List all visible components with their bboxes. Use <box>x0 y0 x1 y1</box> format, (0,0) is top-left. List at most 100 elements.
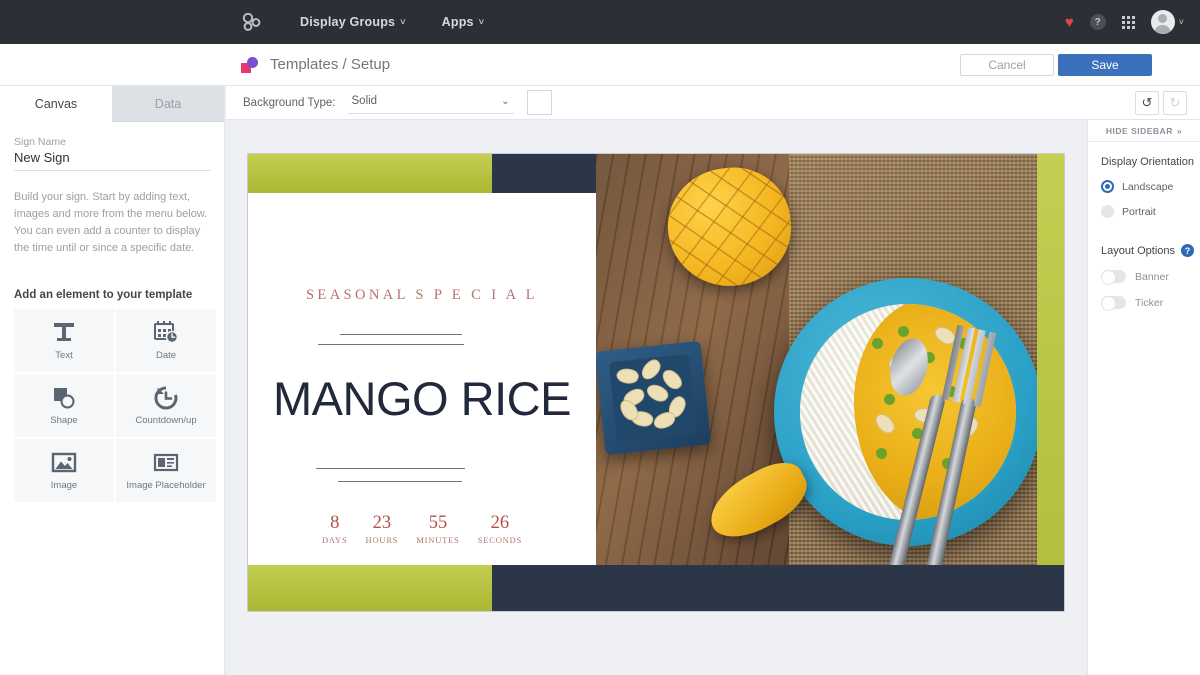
element-tile-text[interactable]: Text <box>14 309 114 373</box>
hide-sidebar-button[interactable]: HIDE SIDEBAR » <box>1088 120 1200 142</box>
breadcrumb: Templates / Setup <box>270 56 391 73</box>
cancel-button[interactable]: Cancel <box>960 53 1054 76</box>
sidebar-help-text: Build your sign. Start by adding text, i… <box>14 191 208 255</box>
nav-item-label: Display Groups <box>300 15 396 29</box>
templates-icon <box>241 56 259 73</box>
appspace-logo-icon[interactable] <box>240 10 264 34</box>
tile-label: Countdown/up <box>135 415 197 427</box>
right-sidebar: HIDE SIDEBAR » Display Orientation Lands… <box>1087 120 1200 675</box>
countdown-value: 26 <box>490 513 510 533</box>
tile-label: Date <box>155 350 177 362</box>
avatar <box>1150 10 1175 34</box>
calendar-clock-icon <box>153 320 179 346</box>
sign-text-block: SEASONAL S P E C I A L MANGO RICE 8 DAYS… <box>248 193 596 567</box>
redo-button[interactable]: ↻ <box>1163 90 1187 115</box>
toggle-banner[interactable]: Banner <box>1101 270 1200 285</box>
user-menu[interactable]: ˅ <box>1150 10 1184 34</box>
breadcrumb-actions: Cancel Save <box>960 53 1200 76</box>
sign-name-label: Sign Name <box>14 136 66 148</box>
countdown-unit-label: MINUTES <box>416 535 460 546</box>
element-tile-grid: Text Date Shape Countdown/up Image Image… <box>14 309 216 503</box>
canvas-stage: SEASONAL S P E C I A L MANGO RICE 8 DAYS… <box>226 120 1087 675</box>
apps-grid-icon[interactable] <box>1121 15 1135 29</box>
help-icon[interactable]: ? <box>1089 14 1106 30</box>
top-navigation-bar: Display Groups ˅ Apps ˅ ♥ ? ˅ <box>0 0 1200 44</box>
mango-half-image <box>660 160 799 294</box>
breadcrumb-bar: Templates / Setup Cancel Save <box>0 44 1200 86</box>
sign-kicker[interactable]: SEASONAL S P E C I A L <box>248 287 596 304</box>
tile-label: Shape <box>50 415 78 427</box>
element-tile-image-placeholder[interactable]: Image Placeholder <box>116 439 216 503</box>
decor-olive-column-right <box>1037 154 1064 611</box>
toggle-label: Banner <box>1135 270 1169 283</box>
canvas-toolbar: Background Type: Solid ⌄ ↺ ↻ <box>226 86 1200 120</box>
toggle-ticker[interactable]: Ticker <box>1101 296 1200 311</box>
left-sidebar: Canvas Data Sign Name Build your sign. S… <box>0 86 225 675</box>
square-circle-icon <box>51 385 77 411</box>
top-nav-actions: ♥ ? ˅ <box>1065 10 1184 34</box>
decor-rule <box>318 344 464 345</box>
chevron-down-icon: ˅ <box>400 17 406 27</box>
food-photo[interactable] <box>596 154 1039 588</box>
tab-canvas[interactable]: Canvas <box>0 86 112 122</box>
radio-label: Portrait <box>1122 205 1156 218</box>
image-icon <box>51 450 77 476</box>
hide-sidebar-label: HIDE SIDEBAR <box>1105 125 1173 136</box>
sign-title[interactable]: MANGO RICE <box>248 371 596 426</box>
radio-portrait[interactable]: Portrait <box>1101 205 1200 218</box>
decor-rule <box>316 468 465 469</box>
undo-button[interactable]: ↺ <box>1135 90 1159 115</box>
tile-label: Text <box>55 350 73 362</box>
cashew-bowl <box>596 340 712 456</box>
layout-options-header: Layout Options ? <box>1101 244 1200 257</box>
nav-item-apps[interactable]: Apps ˅ <box>442 15 485 29</box>
radio-label: Landscape <box>1122 180 1174 193</box>
countdown-unit-label: SECONDS <box>477 535 523 546</box>
fork-and-spoon <box>884 324 1017 584</box>
display-orientation-title: Display Orientation <box>1101 156 1194 168</box>
element-tile-shape[interactable]: Shape <box>14 374 114 438</box>
background-color-swatch[interactable] <box>526 90 552 115</box>
countdown-value: 55 <box>428 513 448 533</box>
countdown-value: 23 <box>372 513 392 533</box>
history-controls: ↺ ↻ <box>1135 90 1187 115</box>
background-type-select[interactable]: Solid ⌄ <box>347 92 514 114</box>
sign-name-input[interactable] <box>14 148 211 171</box>
background-type-label: Background Type: <box>243 96 336 109</box>
help-icon[interactable]: ? <box>1181 244 1194 257</box>
layout-options-title: Layout Options <box>1101 244 1175 257</box>
element-tile-image[interactable]: Image <box>14 439 114 503</box>
countdown-unit-label: HOURS <box>365 535 399 546</box>
nav-item-display-groups[interactable]: Display Groups ˅ <box>300 15 406 29</box>
heart-icon[interactable]: ♥ <box>1065 15 1074 30</box>
countdown-unit-days: 8 DAYS <box>322 513 348 545</box>
nav-item-label: Apps <box>441 15 474 29</box>
tile-label: Image <box>50 480 78 492</box>
decor-olive-bar-bottom <box>248 565 492 611</box>
tile-label: Image Placeholder <box>126 480 206 492</box>
toggle-switch <box>1101 270 1126 285</box>
radio-icon <box>1101 205 1114 218</box>
toggle-switch <box>1101 296 1126 311</box>
countdown-unit-hours: 23 HOURS <box>366 513 399 545</box>
chevron-double-right-icon: » <box>1176 125 1183 136</box>
countdown-unit-label: DAYS <box>321 535 348 546</box>
element-tile-date[interactable]: Date <box>116 309 216 373</box>
decor-rule <box>338 481 462 482</box>
countdown-unit-minutes: 55 MINUTES <box>416 513 459 545</box>
decor-rule <box>340 334 462 335</box>
countdown-widget[interactable]: 8 DAYS 23 HOURS 55 MINUTES 26 SECONDS <box>248 513 596 545</box>
decor-olive-bar-top <box>248 154 492 193</box>
countdown-unit-seconds: 26 SECONDS <box>478 513 522 545</box>
element-tile-countdown[interactable]: Countdown/up <box>116 374 216 438</box>
countdown-value: 8 <box>330 513 340 533</box>
radio-landscape[interactable]: Landscape <box>1101 180 1200 193</box>
save-button[interactable]: Save <box>1058 53 1152 76</box>
tab-data[interactable]: Data <box>112 86 224 122</box>
image-placeholder-icon <box>153 450 179 476</box>
text-t-icon <box>51 320 77 346</box>
decor-navy-bar-bottom <box>492 565 1064 611</box>
add-element-label: Add an element to your template <box>14 289 193 302</box>
toggle-label: Ticker <box>1135 296 1164 309</box>
sign-canvas[interactable]: SEASONAL S P E C I A L MANGO RICE 8 DAYS… <box>247 153 1065 612</box>
